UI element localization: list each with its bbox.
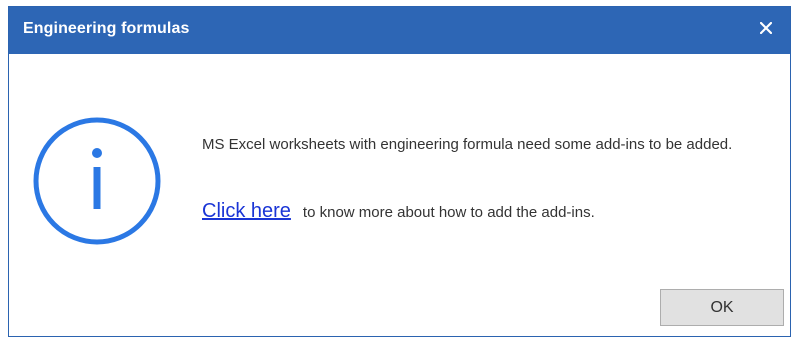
- engineering-formulas-dialog: Engineering formulas MS Excel worksheets…: [8, 6, 791, 337]
- ok-button[interactable]: OK: [660, 289, 784, 326]
- help-link-suffix: to know more about how to add the add-in…: [302, 204, 595, 221]
- title-bar[interactable]: Engineering formulas: [9, 7, 790, 54]
- close-icon: [760, 22, 772, 34]
- close-button[interactable]: [752, 14, 780, 42]
- dialog-title: Engineering formulas: [23, 20, 190, 37]
- click-here-link[interactable]: Click here: [202, 200, 291, 223]
- help-link-row: Click here to know more about how to add…: [202, 200, 595, 223]
- message-text: MS Excel worksheets with engineering for…: [202, 136, 733, 153]
- info-icon: [33, 117, 161, 245]
